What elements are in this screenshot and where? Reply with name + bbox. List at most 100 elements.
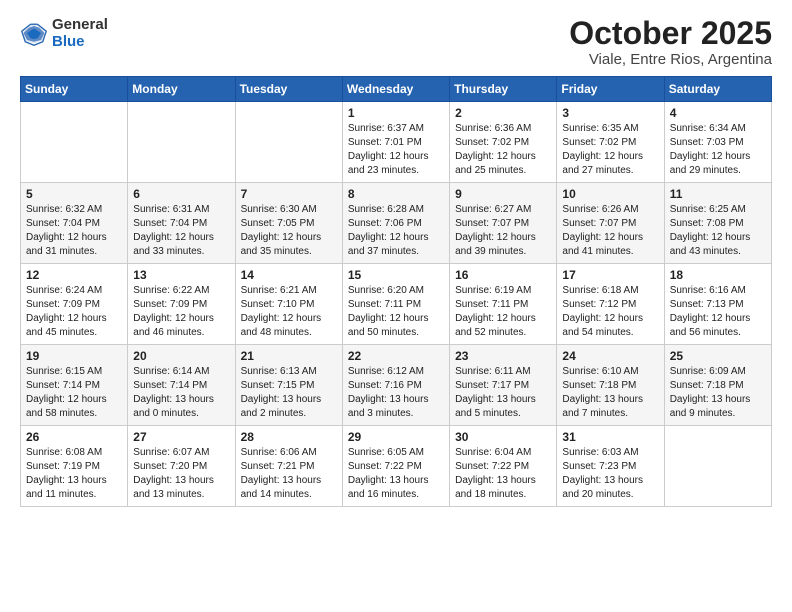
- calendar-cell: 1Sunrise: 6:37 AM Sunset: 7:01 PM Daylig…: [342, 102, 449, 183]
- calendar-cell: 30 Sunrise: 6:04 AM Sunset: 7:22 PM Dayli…: [450, 426, 557, 507]
- calendar-cell: 23 Sunrise: 6:11 AM Sunset: 7:17 PM Dayli…: [450, 345, 557, 426]
- day-info: Sunrise: 6:15 AM Sunset: 7:14 PM Dayligh…: [26, 365, 122, 421]
- col-sunday: Sunday: [21, 77, 128, 102]
- day-number: 12: [26, 268, 122, 282]
- title-block: October 2025 Viale, Entre Rios, Argentin…: [569, 16, 772, 68]
- day-info: Sunrise: 6:19 AM Sunset: 7:11 PM Dayligh…: [455, 284, 551, 340]
- day-info: Sunrise: 6:30 AM Sunset: 7:05 PM Dayligh…: [241, 203, 337, 259]
- calendar-cell: 18 Sunrise: 6:16 AM Sunset: 7:13 PM Dayli…: [664, 264, 771, 345]
- calendar-cell: 7 Sunrise: 6:30 AM Sunset: 7:05 PM Daylig…: [235, 183, 342, 264]
- day-number: 28: [241, 430, 337, 444]
- calendar-cell: 6Sunrise: 6:31 AM Sunset: 7:04 PM Daylig…: [128, 183, 235, 264]
- day-info: Sunrise: 6:22 AM Sunset: 7:09 PM Dayligh…: [133, 284, 229, 340]
- logo-general: General: [52, 16, 108, 33]
- calendar-row: 1Sunrise: 6:37 AM Sunset: 7:01 PM Daylig…: [21, 102, 772, 183]
- day-number: 11: [670, 187, 766, 201]
- calendar-cell: 16 Sunrise: 6:19 AM Sunset: 7:11 PM Dayli…: [450, 264, 557, 345]
- day-info: Sunrise: 6:03 AM Sunset: 7:23 PM Dayligh…: [562, 446, 658, 502]
- day-number: 5: [26, 187, 122, 201]
- day-info: Sunrise: 6:36 AM Sunset: 7:02 PM Dayligh…: [455, 122, 551, 178]
- day-number: 6: [133, 187, 229, 201]
- calendar-cell: [128, 102, 235, 183]
- calendar-cell: 21 Sunrise: 6:13 AM Sunset: 7:15 PM Dayli…: [235, 345, 342, 426]
- day-number: 2: [455, 106, 551, 120]
- col-saturday: Saturday: [664, 77, 771, 102]
- day-number: 26: [26, 430, 122, 444]
- day-info: Sunrise: 6:06 AM Sunset: 7:21 PM Dayligh…: [241, 446, 337, 502]
- calendar-cell: 29 Sunrise: 6:05 AM Sunset: 7:22 PM Dayli…: [342, 426, 449, 507]
- day-info: Sunrise: 6:14 AM Sunset: 7:14 PM Dayligh…: [133, 365, 229, 421]
- day-number: 22: [348, 349, 444, 363]
- calendar-row: 19Sunrise: 6:15 AM Sunset: 7:14 PM Dayli…: [21, 345, 772, 426]
- day-info: Sunrise: 6:04 AM Sunset: 7:22 PM Dayligh…: [455, 446, 551, 502]
- calendar-table: Sunday Monday Tuesday Wednesday Thursday…: [20, 76, 772, 507]
- calendar-cell: 31Sunrise: 6:03 AM Sunset: 7:23 PM Dayli…: [557, 426, 664, 507]
- calendar-cell: 5 Sunrise: 6:32 AM Sunset: 7:04 PM Daylig…: [21, 183, 128, 264]
- logo-blue: Blue: [52, 33, 85, 50]
- day-info: Sunrise: 6:24 AM Sunset: 7:09 PM Dayligh…: [26, 284, 122, 340]
- calendar-cell: 13 Sunrise: 6:22 AM Sunset: 7:09 PM Dayli…: [128, 264, 235, 345]
- calendar-cell: 27Sunrise: 6:07 AM Sunset: 7:20 PM Dayli…: [128, 426, 235, 507]
- day-info: Sunrise: 6:10 AM Sunset: 7:18 PM Dayligh…: [562, 365, 658, 421]
- calendar-cell: 22Sunrise: 6:12 AM Sunset: 7:16 PM Dayli…: [342, 345, 449, 426]
- day-number: 25: [670, 349, 766, 363]
- calendar-cell: [21, 102, 128, 183]
- calendar-cell: 20 Sunrise: 6:14 AM Sunset: 7:14 PM Dayli…: [128, 345, 235, 426]
- col-tuesday: Tuesday: [235, 77, 342, 102]
- day-number: 18: [670, 268, 766, 282]
- calendar-cell: 10Sunrise: 6:26 AM Sunset: 7:07 PM Dayli…: [557, 183, 664, 264]
- calendar-cell: 17 Sunrise: 6:18 AM Sunset: 7:12 PM Dayli…: [557, 264, 664, 345]
- day-number: 27: [133, 430, 229, 444]
- calendar-row: 26 Sunrise: 6:08 AM Sunset: 7:19 PM Dayli…: [21, 426, 772, 507]
- day-number: 14: [241, 268, 337, 282]
- calendar-cell: 8 Sunrise: 6:28 AM Sunset: 7:06 PM Daylig…: [342, 183, 449, 264]
- day-info: Sunrise: 6:13 AM Sunset: 7:15 PM Dayligh…: [241, 365, 337, 421]
- calendar-cell: 24Sunrise: 6:10 AM Sunset: 7:18 PM Dayli…: [557, 345, 664, 426]
- calendar-cell: 14 Sunrise: 6:21 AM Sunset: 7:10 PM Dayli…: [235, 264, 342, 345]
- col-monday: Monday: [128, 77, 235, 102]
- calendar-cell: [235, 102, 342, 183]
- calendar-cell: 28 Sunrise: 6:06 AM Sunset: 7:21 PM Dayli…: [235, 426, 342, 507]
- calendar-cell: 9Sunrise: 6:27 AM Sunset: 7:07 PM Daylig…: [450, 183, 557, 264]
- day-info: Sunrise: 6:26 AM Sunset: 7:07 PM Dayligh…: [562, 203, 658, 259]
- day-info: Sunrise: 6:25 AM Sunset: 7:08 PM Dayligh…: [670, 203, 766, 259]
- day-info: Sunrise: 6:16 AM Sunset: 7:13 PM Dayligh…: [670, 284, 766, 340]
- day-info: Sunrise: 6:27 AM Sunset: 7:07 PM Dayligh…: [455, 203, 551, 259]
- header: General Blue October 2025 Viale, Entre R…: [20, 16, 772, 68]
- col-wednesday: Wednesday: [342, 77, 449, 102]
- day-number: 23: [455, 349, 551, 363]
- day-info: Sunrise: 6:05 AM Sunset: 7:22 PM Dayligh…: [348, 446, 444, 502]
- day-number: 15: [348, 268, 444, 282]
- day-number: 17: [562, 268, 658, 282]
- calendar-row: 12 Sunrise: 6:24 AM Sunset: 7:09 PM Dayli…: [21, 264, 772, 345]
- day-number: 7: [241, 187, 337, 201]
- header-row: Sunday Monday Tuesday Wednesday Thursday…: [21, 77, 772, 102]
- day-number: 29: [348, 430, 444, 444]
- day-info: Sunrise: 6:18 AM Sunset: 7:12 PM Dayligh…: [562, 284, 658, 340]
- day-number: 16: [455, 268, 551, 282]
- day-number: 4: [670, 106, 766, 120]
- day-info: Sunrise: 6:28 AM Sunset: 7:06 PM Dayligh…: [348, 203, 444, 259]
- day-info: Sunrise: 6:32 AM Sunset: 7:04 PM Dayligh…: [26, 203, 122, 259]
- calendar-cell: 26 Sunrise: 6:08 AM Sunset: 7:19 PM Dayli…: [21, 426, 128, 507]
- day-number: 30: [455, 430, 551, 444]
- day-info: Sunrise: 6:20 AM Sunset: 7:11 PM Dayligh…: [348, 284, 444, 340]
- calendar-cell: 25Sunrise: 6:09 AM Sunset: 7:18 PM Dayli…: [664, 345, 771, 426]
- day-info: Sunrise: 6:34 AM Sunset: 7:03 PM Dayligh…: [670, 122, 766, 178]
- day-number: 20: [133, 349, 229, 363]
- logo-icon: [20, 19, 48, 47]
- calendar-cell: 4 Sunrise: 6:34 AM Sunset: 7:03 PM Daylig…: [664, 102, 771, 183]
- day-info: Sunrise: 6:11 AM Sunset: 7:17 PM Dayligh…: [455, 365, 551, 421]
- day-number: 13: [133, 268, 229, 282]
- calendar-cell: 11 Sunrise: 6:25 AM Sunset: 7:08 PM Dayli…: [664, 183, 771, 264]
- day-info: Sunrise: 6:08 AM Sunset: 7:19 PM Dayligh…: [26, 446, 122, 502]
- calendar-page: General Blue October 2025 Viale, Entre R…: [0, 0, 792, 523]
- day-info: Sunrise: 6:21 AM Sunset: 7:10 PM Dayligh…: [241, 284, 337, 340]
- day-number: 21: [241, 349, 337, 363]
- calendar-cell: 2 Sunrise: 6:36 AM Sunset: 7:02 PM Daylig…: [450, 102, 557, 183]
- logo-text: General Blue: [52, 16, 108, 51]
- col-thursday: Thursday: [450, 77, 557, 102]
- logo: General Blue: [20, 16, 108, 51]
- calendar-cell: 19Sunrise: 6:15 AM Sunset: 7:14 PM Dayli…: [21, 345, 128, 426]
- day-number: 8: [348, 187, 444, 201]
